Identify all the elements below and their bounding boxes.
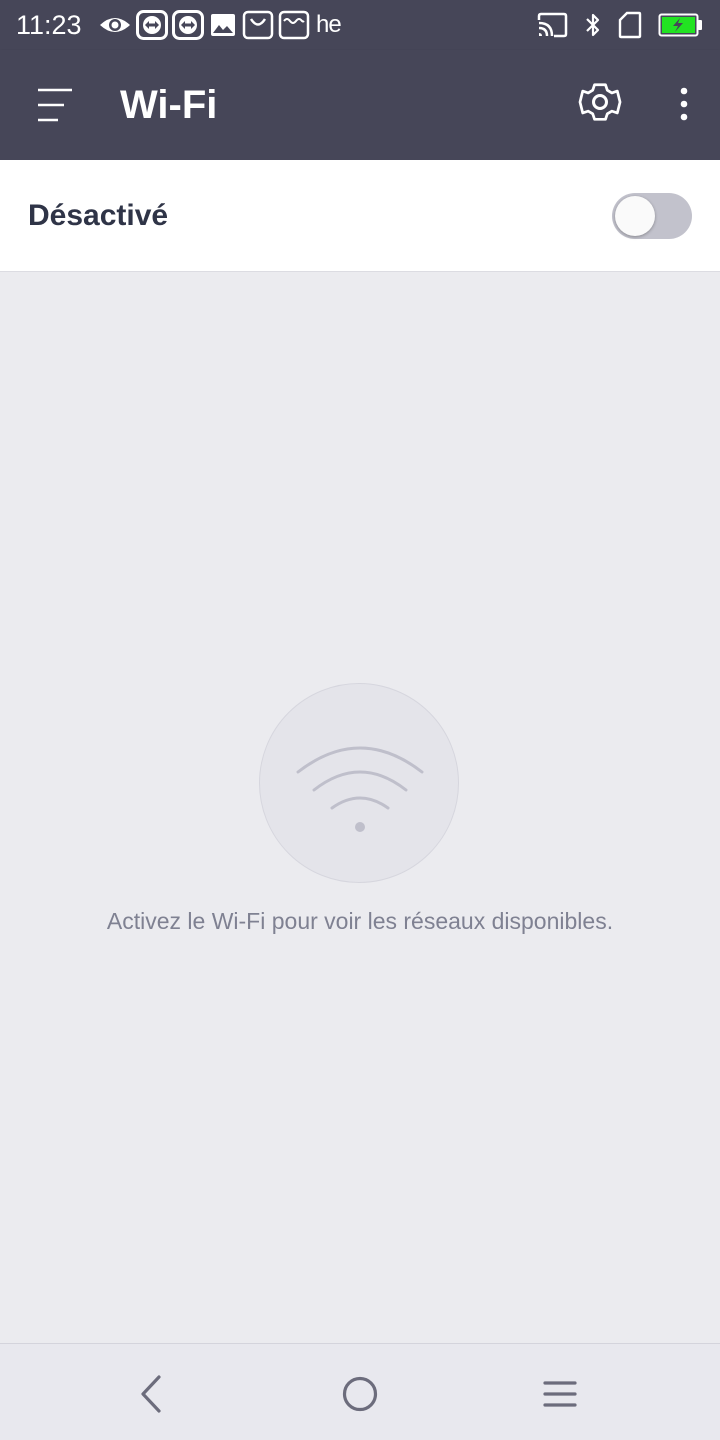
menu-button[interactable] <box>26 77 82 133</box>
wifi-toggle-row[interactable]: Désactivé <box>0 160 720 272</box>
settings-button[interactable] <box>572 76 628 132</box>
sim-card-icon <box>618 11 642 39</box>
more-options-button[interactable] <box>662 76 706 132</box>
more-vertical-icon <box>680 87 688 121</box>
home-button[interactable] <box>330 1364 390 1424</box>
gear-icon <box>578 83 622 121</box>
wifi-icon <box>296 746 424 832</box>
bluetooth-icon <box>586 13 600 37</box>
eye-icon <box>100 18 130 32</box>
home-icon <box>342 1376 378 1412</box>
recent-apps-icon <box>543 1381 577 1407</box>
system-status-icons <box>536 9 704 41</box>
battery-charging-icon <box>658 13 702 37</box>
switch-thumb <box>615 196 655 236</box>
status-bar: 11:23 he <box>0 0 720 50</box>
teamviewer-icon <box>136 10 168 40</box>
notification-icons: he <box>98 9 342 41</box>
status-time: 11:23 <box>16 10 82 40</box>
empty-state: Activez le Wi-Fi pour voir les réseaux d… <box>0 272 720 1343</box>
recent-apps-button[interactable] <box>530 1364 590 1424</box>
navigation-bar <box>0 1343 720 1440</box>
image-icon <box>211 14 235 36</box>
wifi-status-label: Désactivé <box>28 199 169 232</box>
back-icon <box>141 1375 161 1413</box>
empty-state-message: Activez le Wi-Fi pour voir les réseaux d… <box>106 908 614 934</box>
teamviewer-icon <box>172 10 204 40</box>
wifi-illustration <box>259 683 459 883</box>
carrier-badge: he <box>316 11 342 38</box>
page-title: Wi-Fi <box>120 83 218 127</box>
back-button[interactable] <box>122 1364 182 1424</box>
app-bar: Wi-Fi <box>0 50 720 160</box>
menu-icon <box>38 88 72 122</box>
wifi-switch[interactable] <box>612 193 692 239</box>
mail-icon <box>278 10 310 40</box>
shopping-bag-icon <box>242 10 274 40</box>
cast-icon <box>537 12 568 38</box>
